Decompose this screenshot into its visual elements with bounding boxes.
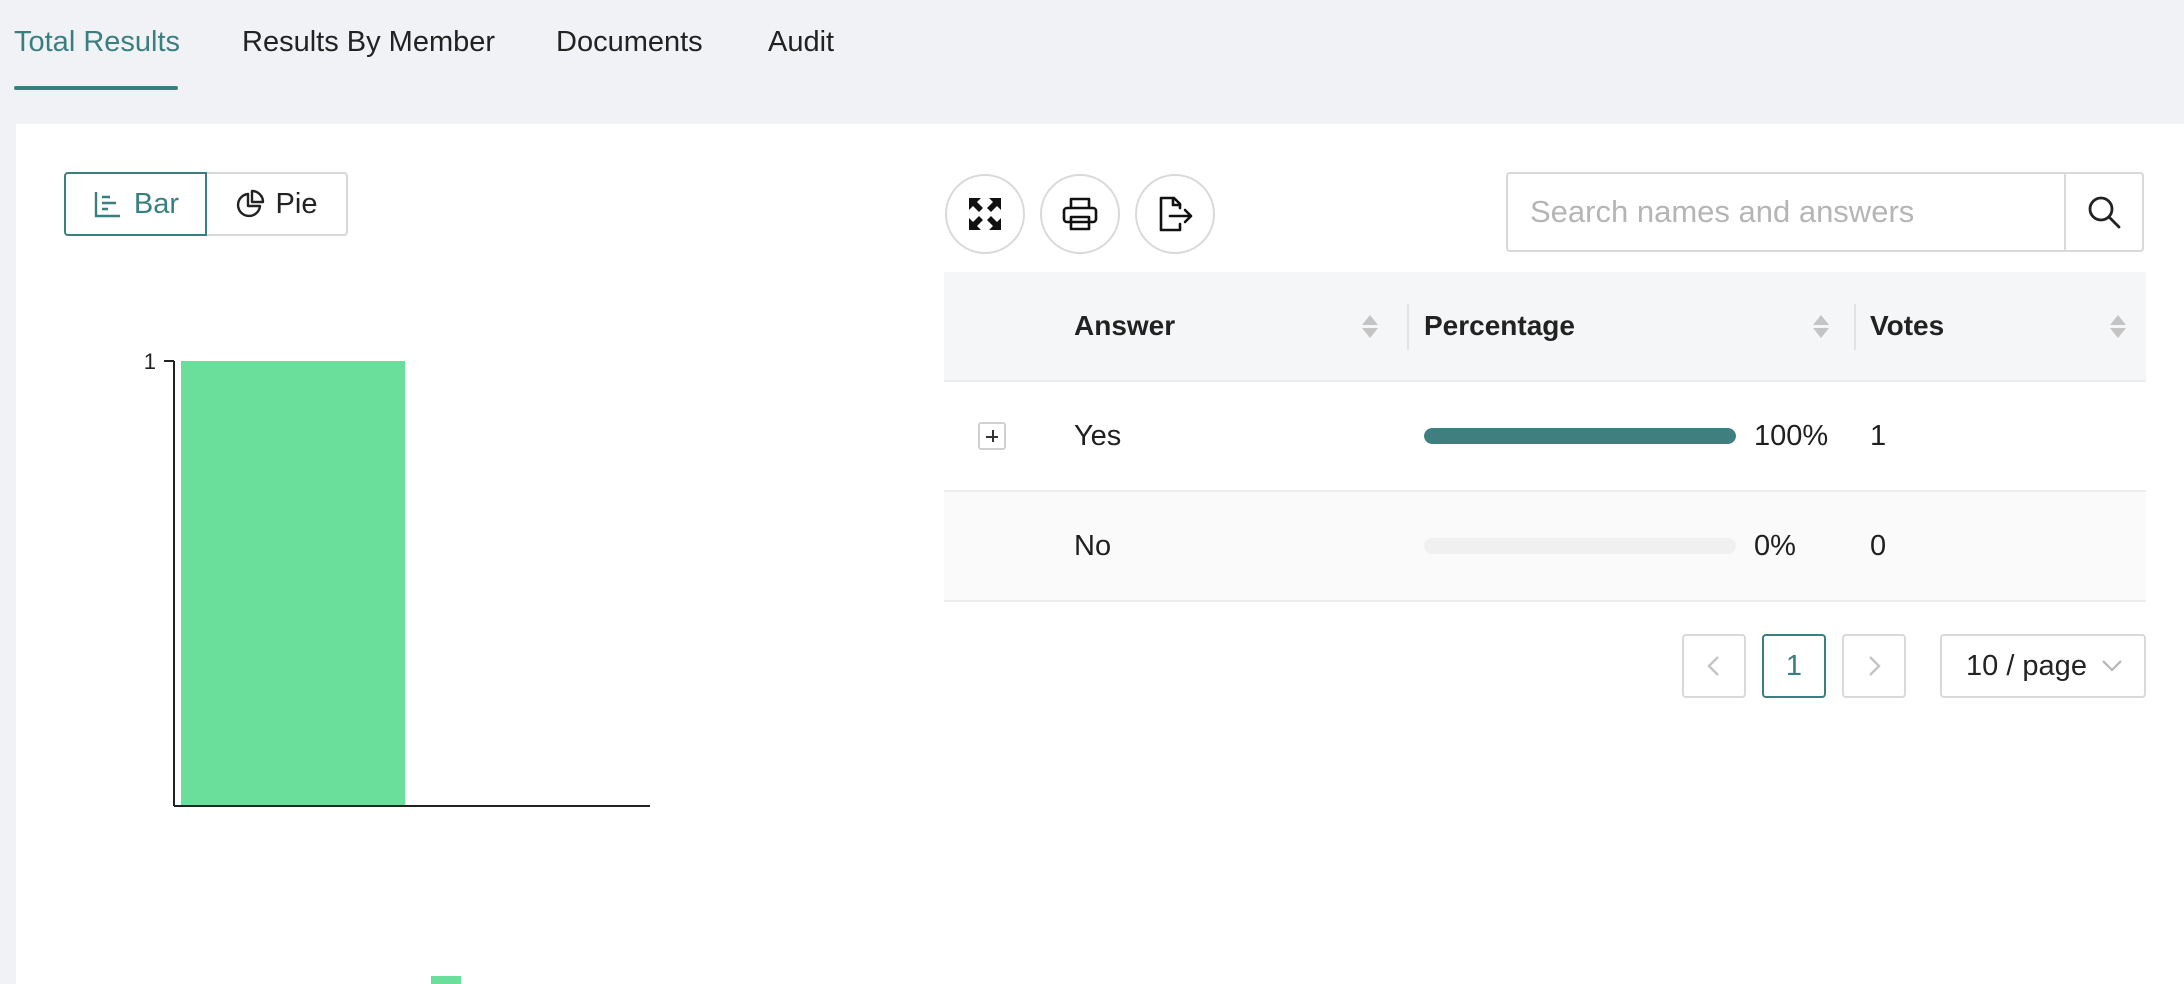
search-input[interactable] bbox=[1508, 174, 2064, 250]
results-tabs: Total Results Results By Member Document… bbox=[0, 0, 2184, 124]
pie-chart-button[interactable]: Pie bbox=[205, 172, 348, 236]
tab-total-results[interactable]: Total Results bbox=[14, 26, 180, 59]
print-icon bbox=[1062, 197, 1098, 231]
percentage-label: 0% bbox=[1754, 529, 1796, 562]
chevron-left-icon bbox=[1707, 656, 1719, 676]
progress-bar bbox=[1424, 538, 1736, 554]
export-button[interactable] bbox=[1135, 174, 1215, 254]
results-panel: Bar Pie 1 Search names and answers Answe… bbox=[16, 124, 2184, 984]
print-button[interactable] bbox=[1040, 174, 1120, 254]
column-divider bbox=[1407, 304, 1409, 350]
sort-icon bbox=[1813, 314, 1829, 338]
sort-icon bbox=[2110, 314, 2126, 338]
results-table: Answer Percentage Votes Yes 100% 1 No 0%… bbox=[944, 272, 2146, 602]
table-header: Answer Percentage Votes bbox=[944, 272, 2146, 382]
column-header-votes[interactable]: Votes bbox=[1870, 272, 2146, 380]
votes-cell: 0 bbox=[1870, 529, 1887, 562]
answer-cell: No bbox=[1074, 529, 1112, 562]
progress-fill bbox=[1424, 428, 1736, 444]
table-row: No 0% 0 bbox=[944, 492, 2146, 602]
legend-swatch bbox=[431, 976, 461, 984]
bar-chart-label: Bar bbox=[133, 187, 180, 220]
column-divider bbox=[1854, 304, 1856, 350]
pie-chart-label: Pie bbox=[275, 187, 318, 220]
column-header-percentage[interactable]: Percentage bbox=[1424, 272, 1849, 380]
tab-audit[interactable]: Audit bbox=[768, 26, 834, 59]
export-icon bbox=[1159, 196, 1193, 232]
expand-row-button[interactable] bbox=[978, 422, 1006, 450]
chart-bar bbox=[181, 361, 405, 806]
search-button[interactable] bbox=[2064, 174, 2142, 250]
fullscreen-button[interactable] bbox=[945, 174, 1025, 254]
percentage-cell: 0% bbox=[1424, 492, 1796, 600]
page-number-button[interactable]: 1 bbox=[1762, 634, 1826, 698]
page-size-value: 10 / page bbox=[1966, 649, 2087, 682]
prev-page-button[interactable] bbox=[1682, 634, 1746, 698]
table-row: Yes 100% 1 bbox=[944, 382, 2146, 492]
bar-chart-button[interactable]: Bar bbox=[64, 172, 207, 236]
chevron-right-icon bbox=[1869, 656, 1881, 676]
chevron-down-icon bbox=[2102, 660, 2122, 672]
pie-chart-icon bbox=[236, 189, 264, 218]
percentage-cell: 100% bbox=[1424, 382, 1828, 490]
column-header-answer[interactable]: Answer bbox=[1074, 272, 1398, 380]
sort-icon bbox=[1362, 314, 1378, 338]
next-page-button[interactable] bbox=[1842, 634, 1906, 698]
results-bar-chart: 1 bbox=[144, 349, 650, 984]
answer-cell: Yes bbox=[1074, 419, 1122, 452]
tab-documents[interactable]: Documents bbox=[556, 26, 703, 59]
page-size-select[interactable]: 10 / page bbox=[1940, 634, 2146, 698]
votes-cell: 1 bbox=[1870, 419, 1887, 452]
tab-results-by-member[interactable]: Results By Member bbox=[242, 26, 495, 59]
bar-chart-icon bbox=[94, 192, 120, 218]
y-tick-label: 1 bbox=[144, 349, 156, 374]
percentage-label: 100% bbox=[1754, 419, 1829, 452]
search-box bbox=[1506, 172, 2144, 252]
fullscreen-icon bbox=[969, 198, 1001, 230]
search-icon bbox=[2088, 196, 2121, 229]
active-tab-indicator bbox=[14, 86, 178, 90]
progress-bar bbox=[1424, 428, 1736, 444]
